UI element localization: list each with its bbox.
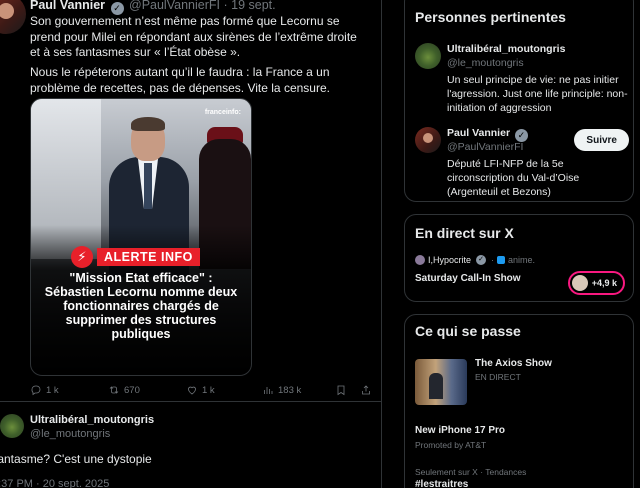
follow-button[interactable]: Suivre xyxy=(574,129,629,151)
separator: · xyxy=(223,0,228,12)
card-title: Personnes pertinentes xyxy=(415,9,566,25)
tweet-date[interactable]: 19 sept. xyxy=(231,0,275,12)
franceinfo-logo: franceinfo: xyxy=(204,109,241,116)
avatar[interactable] xyxy=(415,43,441,69)
host-extra: anime. xyxy=(508,255,536,265)
reply-text: fantasme? C'est une dystopie xyxy=(0,452,152,466)
reply-icon xyxy=(31,385,41,396)
main-timeline: Paul Vannier ✓ @PaulVannierFI · 19 sept.… xyxy=(0,0,382,488)
like-button[interactable]: 1 k xyxy=(186,384,215,396)
trend-thumbnail[interactable] xyxy=(415,359,467,405)
author-name[interactable]: Paul Vannier xyxy=(30,0,105,12)
host-separator: · xyxy=(491,255,495,265)
person-bio: Un seul principe de vie: ne pas initier … xyxy=(447,74,628,114)
card-title: Ce qui se passe xyxy=(415,323,521,339)
trend-title[interactable]: New iPhone 17 Pro xyxy=(415,425,505,436)
avatar[interactable] xyxy=(415,127,441,153)
community-icon xyxy=(497,256,506,264)
person-name[interactable]: Ultralibéral_moutongris xyxy=(447,43,565,55)
media-headline: "Mission Etat efficace" : Sébastien Leco… xyxy=(44,271,238,341)
relevant-people-card: Personnes pertinentes Ultralibéral_mouto… xyxy=(404,0,634,202)
listeners-pill[interactable]: +4,9 k xyxy=(567,271,625,295)
avatar[interactable] xyxy=(0,414,24,438)
reply-button[interactable]: 1 k xyxy=(30,384,59,396)
person-row[interactable]: Ultralibéral_moutongris @le_moutongris U… xyxy=(415,43,629,114)
views-button[interactable]: 183 k xyxy=(262,384,301,396)
tweet-text-paragraph-1: Son gouvernement n’est même pas formé qu… xyxy=(30,14,357,59)
live-show-title[interactable]: Saturday Call-In Show xyxy=(415,273,521,284)
host-avatar xyxy=(415,255,425,265)
bookmark-button[interactable] xyxy=(335,384,347,396)
whats-happening-card: Ce qui se passe The Axios Show EN DIRECT… xyxy=(404,314,634,488)
alert-banner: ⚡ ALERTE INFO xyxy=(71,246,200,268)
author-handle[interactable]: @PaulVannierFI xyxy=(129,0,220,12)
tweet-actions: 1 k 670 1 k 183 k xyxy=(30,384,376,400)
tweet-text-paragraph-2: Nous le répéterons autant qu’il le faudr… xyxy=(30,65,330,95)
views-count: 183 k xyxy=(278,384,302,396)
repost-icon xyxy=(109,386,119,394)
reply-tweet[interactable]: Ultralibéral_moutongris @le_moutongris f… xyxy=(0,402,382,488)
tweet[interactable]: Paul Vannier ✓ @PaulVannierFI · 19 sept.… xyxy=(0,0,382,400)
person-bio: Député LFI-NFP de la 5e circonscription … xyxy=(447,158,580,198)
share-icon xyxy=(362,385,370,395)
trend-subtitle: EN DIRECT xyxy=(475,372,521,382)
tweet-media-image[interactable]: franceinfo: ⚡ ALERTE INFO "Mission Etat … xyxy=(30,98,252,376)
repost-button[interactable]: 670 xyxy=(108,384,140,396)
lightning-icon: ⚡ xyxy=(71,246,93,268)
heart-icon xyxy=(188,386,196,395)
trend-hashtag[interactable]: #lestraitres xyxy=(415,479,468,488)
card-title: En direct sur X xyxy=(415,225,514,241)
tweet-header: Paul Vannier ✓ @PaulVannierFI · 19 sept. xyxy=(30,0,276,15)
verified-badge-icon: ✓ xyxy=(476,255,487,265)
column-divider xyxy=(381,0,382,488)
live-on-x-card: En direct sur X I,Hypocrite ✓ · anime. S… xyxy=(404,214,634,302)
reply-count: 1 k xyxy=(46,384,59,396)
listener-avatar xyxy=(571,275,588,291)
host-name: I,Hypocrite xyxy=(428,255,472,265)
share-button[interactable] xyxy=(360,384,372,396)
listeners-count: +4,9 k xyxy=(591,278,617,288)
person-name[interactable]: Paul Vannier xyxy=(447,127,510,139)
person-row[interactable]: Paul Vannier ✓ @PaulVannierFI Suivre Dép… xyxy=(415,127,629,198)
views-chart-icon xyxy=(264,387,273,394)
avatar[interactable] xyxy=(0,0,26,34)
author-name[interactable]: Ultralibéral_moutongris xyxy=(30,414,154,426)
person-name-line: Paul Vannier ✓ xyxy=(447,127,530,142)
like-count: 1 k xyxy=(202,384,215,396)
alert-tag: ALERTE INFO xyxy=(97,248,200,266)
trend-subtitle: Promoted by AT&T xyxy=(415,440,487,450)
person-handle[interactable]: @PaulVannierFI xyxy=(447,141,523,153)
trend-title[interactable]: The Axios Show xyxy=(475,358,552,369)
reply-timestamp[interactable]: 6:37 PM · 20 sept. 2025 xyxy=(0,478,109,488)
bookmark-icon xyxy=(337,385,345,396)
live-host[interactable]: I,Hypocrite ✓ · anime. xyxy=(415,255,535,265)
trend-context: Seulement sur X · Tendances xyxy=(415,467,527,477)
author-handle[interactable]: @le_moutongris xyxy=(30,428,110,440)
repost-count: 670 xyxy=(124,384,140,396)
person-handle[interactable]: @le_moutongris xyxy=(447,57,524,69)
